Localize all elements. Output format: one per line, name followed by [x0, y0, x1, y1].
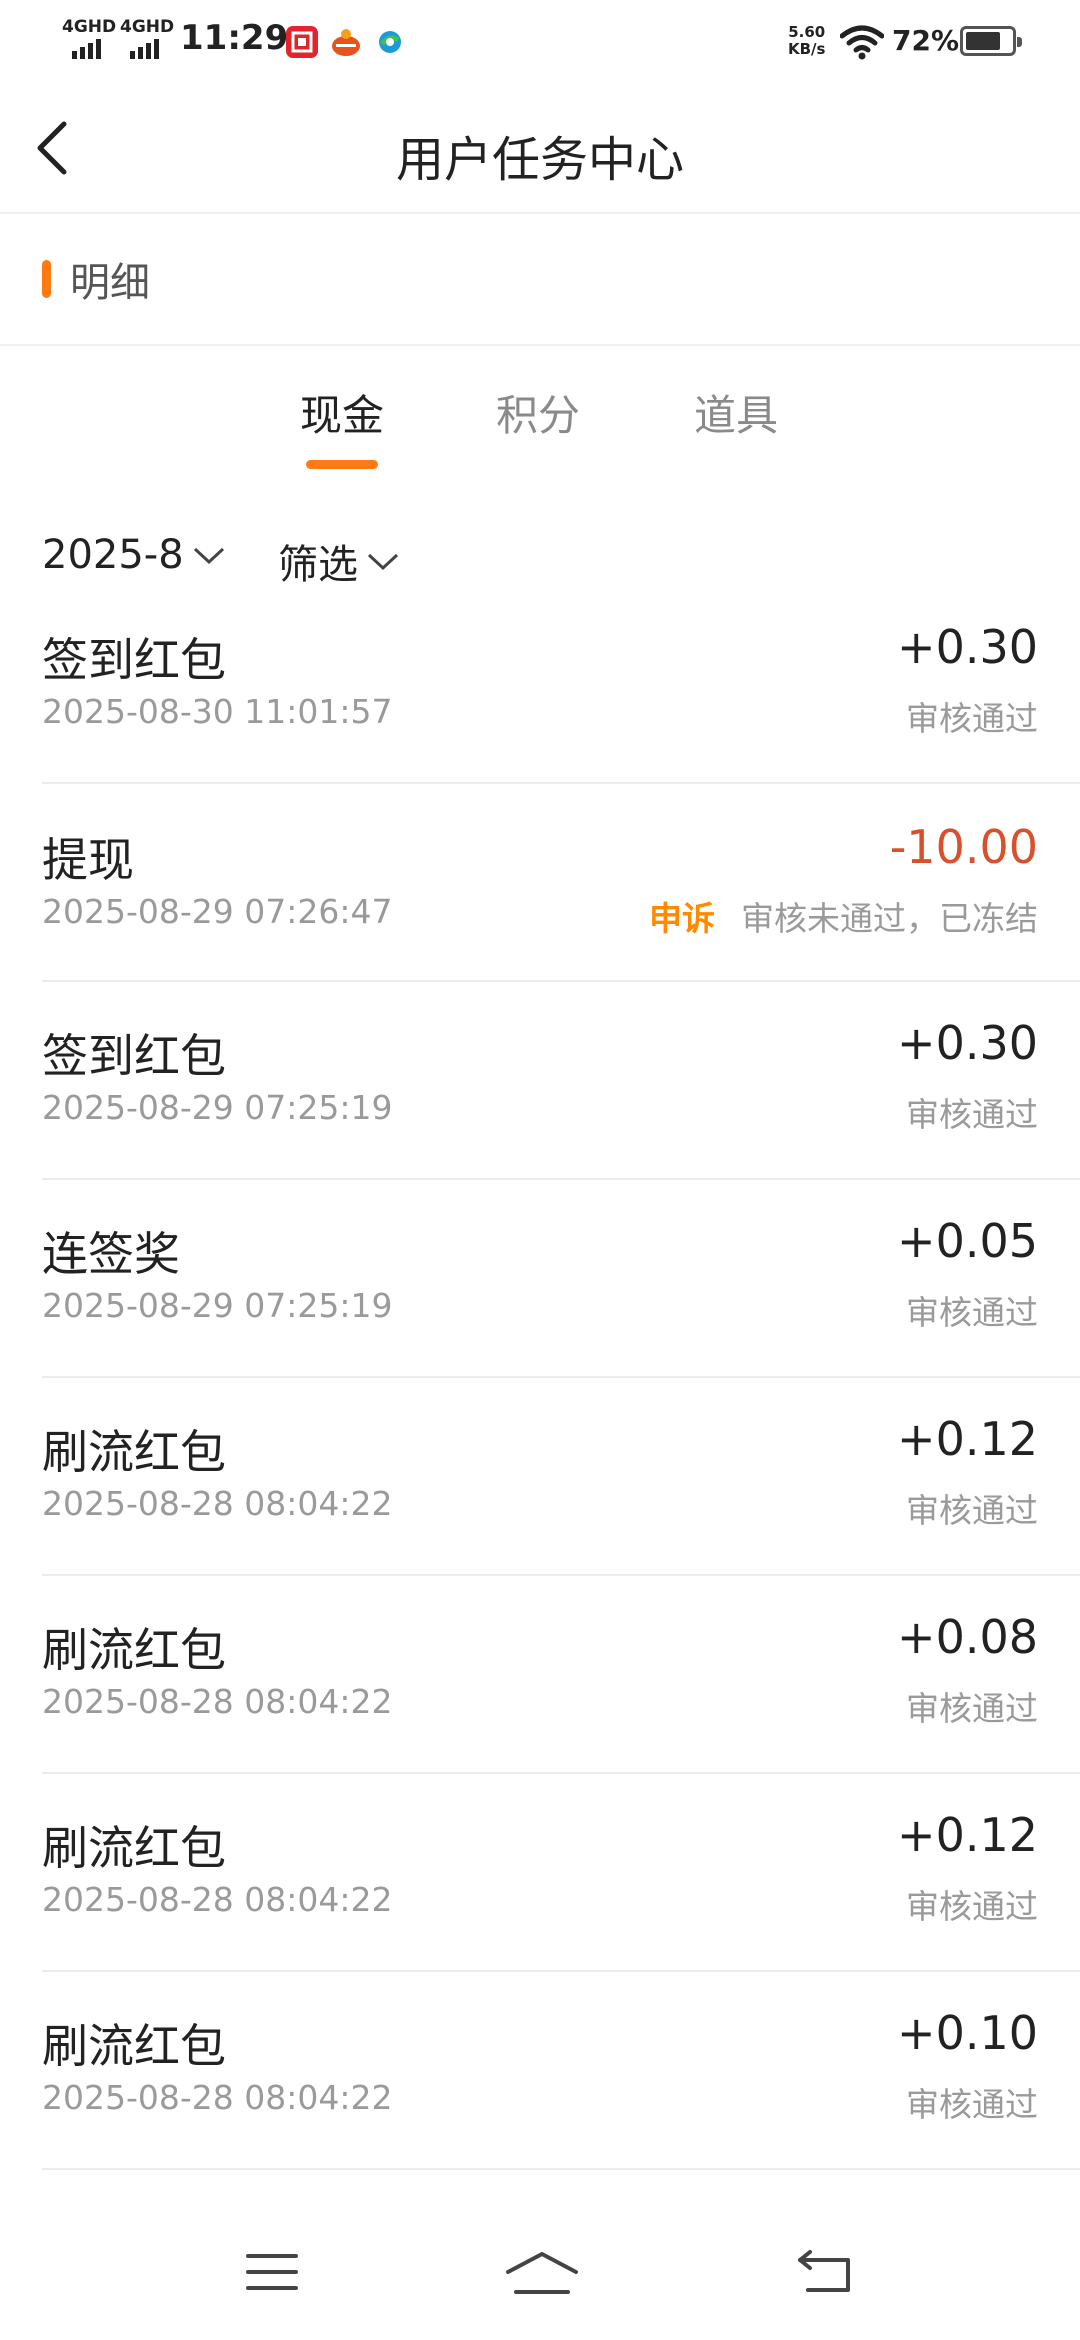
wifi-icon [840, 25, 884, 60]
record-status: 审核通过 [906, 1689, 1038, 1728]
record-name: 签到红包 [42, 1029, 226, 1083]
list-item[interactable]: 连签奖 2025-08-29 07:25:19 +0.05 审核通过 [42, 1180, 1080, 1378]
record-name: 连签奖 [42, 1227, 180, 1281]
record-amount: +0.05 [897, 1214, 1038, 1268]
net-speed-unit: KB/s [788, 40, 826, 58]
net-speed: 5.60 KB/s [788, 24, 825, 58]
record-amount: +0.08 [897, 1610, 1038, 1664]
record-time: 2025-08-30 11:01:57 [42, 692, 393, 731]
page-title: 用户任务中心 [395, 132, 684, 188]
filter-dropdown[interactable]: 筛选 [278, 532, 400, 590]
tab-items[interactable]: 道具 [694, 382, 778, 443]
record-status-area: 审核通过 [906, 1088, 1038, 1136]
month-dropdown[interactable]: 2025-8 [42, 532, 226, 578]
record-status: 审核通过 [906, 2085, 1038, 2124]
signal-bars-icon [130, 39, 159, 59]
record-status-area: 审核通过 [906, 1484, 1038, 1532]
food-app-icon [330, 26, 362, 58]
section-accent-bar [42, 260, 51, 298]
status-bar: 4GHD 4GHD 11:29 5.60 KB/s 72% [0, 0, 1080, 84]
citic-bank-app-icon [286, 26, 318, 58]
list-item[interactable]: 刷流红包 2025-08-28 08:04:22 +0.08 审核通过 [42, 1576, 1080, 1774]
appeal-button[interactable]: 申诉 [649, 892, 715, 940]
app-header: 用户任务中心 [0, 84, 1080, 214]
chevron-down-icon [367, 553, 399, 571]
browser-app-icon [374, 26, 406, 58]
filter-label: 筛选 [278, 542, 358, 588]
record-time: 2025-08-28 08:04:22 [42, 1880, 393, 1919]
tab-cash[interactable]: 现金 [300, 382, 384, 443]
record-amount: +0.12 [897, 1412, 1038, 1466]
record-amount: +0.10 [897, 2006, 1038, 2060]
signal-indicator-2: 4GHD [120, 18, 174, 59]
record-time: 2025-08-29 07:26:47 [42, 892, 393, 931]
record-name: 刷流红包 [42, 1821, 226, 1875]
record-status-area: 审核通过 [906, 1880, 1038, 1928]
menu-icon[interactable] [244, 2250, 300, 2294]
record-status-area: 申诉 审核未通过，已冻结 [649, 892, 1038, 940]
record-time: 2025-08-29 07:25:19 [42, 1088, 393, 1127]
record-status-area: 审核通过 [906, 1682, 1038, 1730]
record-name: 刷流红包 [42, 1425, 226, 1479]
active-tab-indicator [306, 460, 378, 469]
filter-row: 2025-8 筛选 [0, 520, 1080, 600]
list-item[interactable]: 签到红包 2025-08-30 11:01:57 +0.30 审核通过 [42, 610, 1080, 784]
clock: 11:29 [180, 18, 289, 58]
record-time: 2025-08-28 08:04:22 [42, 1682, 393, 1721]
record-time: 2025-08-29 07:25:19 [42, 1286, 393, 1325]
record-status: 审核未通过，已冻结 [741, 899, 1038, 938]
signal-label-1: 4GHD [62, 17, 117, 37]
battery-icon [960, 26, 1022, 56]
month-value: 2025-8 [42, 532, 184, 578]
battery-percent: 72% [892, 24, 960, 57]
signal-bars-icon [72, 39, 101, 59]
list-item[interactable]: 刷流红包 2025-08-28 08:04:22 +0.12 审核通过 [42, 1774, 1080, 1972]
detail-section-header: 明细 [0, 216, 1080, 346]
record-status: 审核通过 [906, 1293, 1038, 1332]
tab-bar: 现金 积分 道具 [0, 346, 1080, 476]
record-amount: +0.30 [897, 620, 1038, 674]
record-time: 2025-08-28 08:04:22 [42, 2078, 393, 2117]
chevron-down-icon [193, 547, 224, 565]
signal-label-2: 4GHD [120, 17, 175, 37]
back-nav-icon[interactable] [796, 2250, 856, 2294]
record-status: 审核通过 [906, 1491, 1038, 1530]
record-amount: -10.00 [889, 820, 1038, 874]
record-amount: +0.12 [897, 1808, 1038, 1862]
signal-indicator-1: 4GHD [62, 18, 116, 59]
record-name: 刷流红包 [42, 2019, 226, 2073]
list-item[interactable]: 提现 2025-08-29 07:26:47 -10.00 申诉 审核未通过，已… [42, 784, 1080, 982]
record-name: 提现 [42, 833, 134, 887]
net-speed-value: 5.60 [788, 23, 826, 41]
record-status-area: 审核通过 [906, 2078, 1038, 2126]
record-name: 签到红包 [42, 633, 226, 687]
list-item[interactable]: 刷流红包 2025-08-28 08:04:22 +0.12 审核通过 [42, 1378, 1080, 1576]
tab-points[interactable]: 积分 [496, 382, 580, 443]
record-status: 审核通过 [906, 1887, 1038, 1926]
list-item[interactable]: 签到红包 2025-08-29 07:25:19 +0.30 审核通过 [42, 982, 1080, 1180]
record-time: 2025-08-28 08:04:22 [42, 1484, 393, 1523]
record-status: 审核通过 [906, 1095, 1038, 1134]
section-title: 明细 [70, 260, 150, 306]
record-status: 审核通过 [906, 699, 1038, 738]
record-status-area: 审核通过 [906, 1286, 1038, 1334]
home-icon[interactable] [504, 2250, 580, 2298]
list-item[interactable]: 刷流红包 2025-08-28 08:04:22 +0.10 审核通过 [42, 1972, 1080, 2170]
record-amount: +0.30 [897, 1016, 1038, 1070]
system-nav-bar [0, 2200, 1080, 2340]
record-name: 刷流红包 [42, 1623, 226, 1677]
record-status-area: 审核通过 [906, 692, 1038, 740]
